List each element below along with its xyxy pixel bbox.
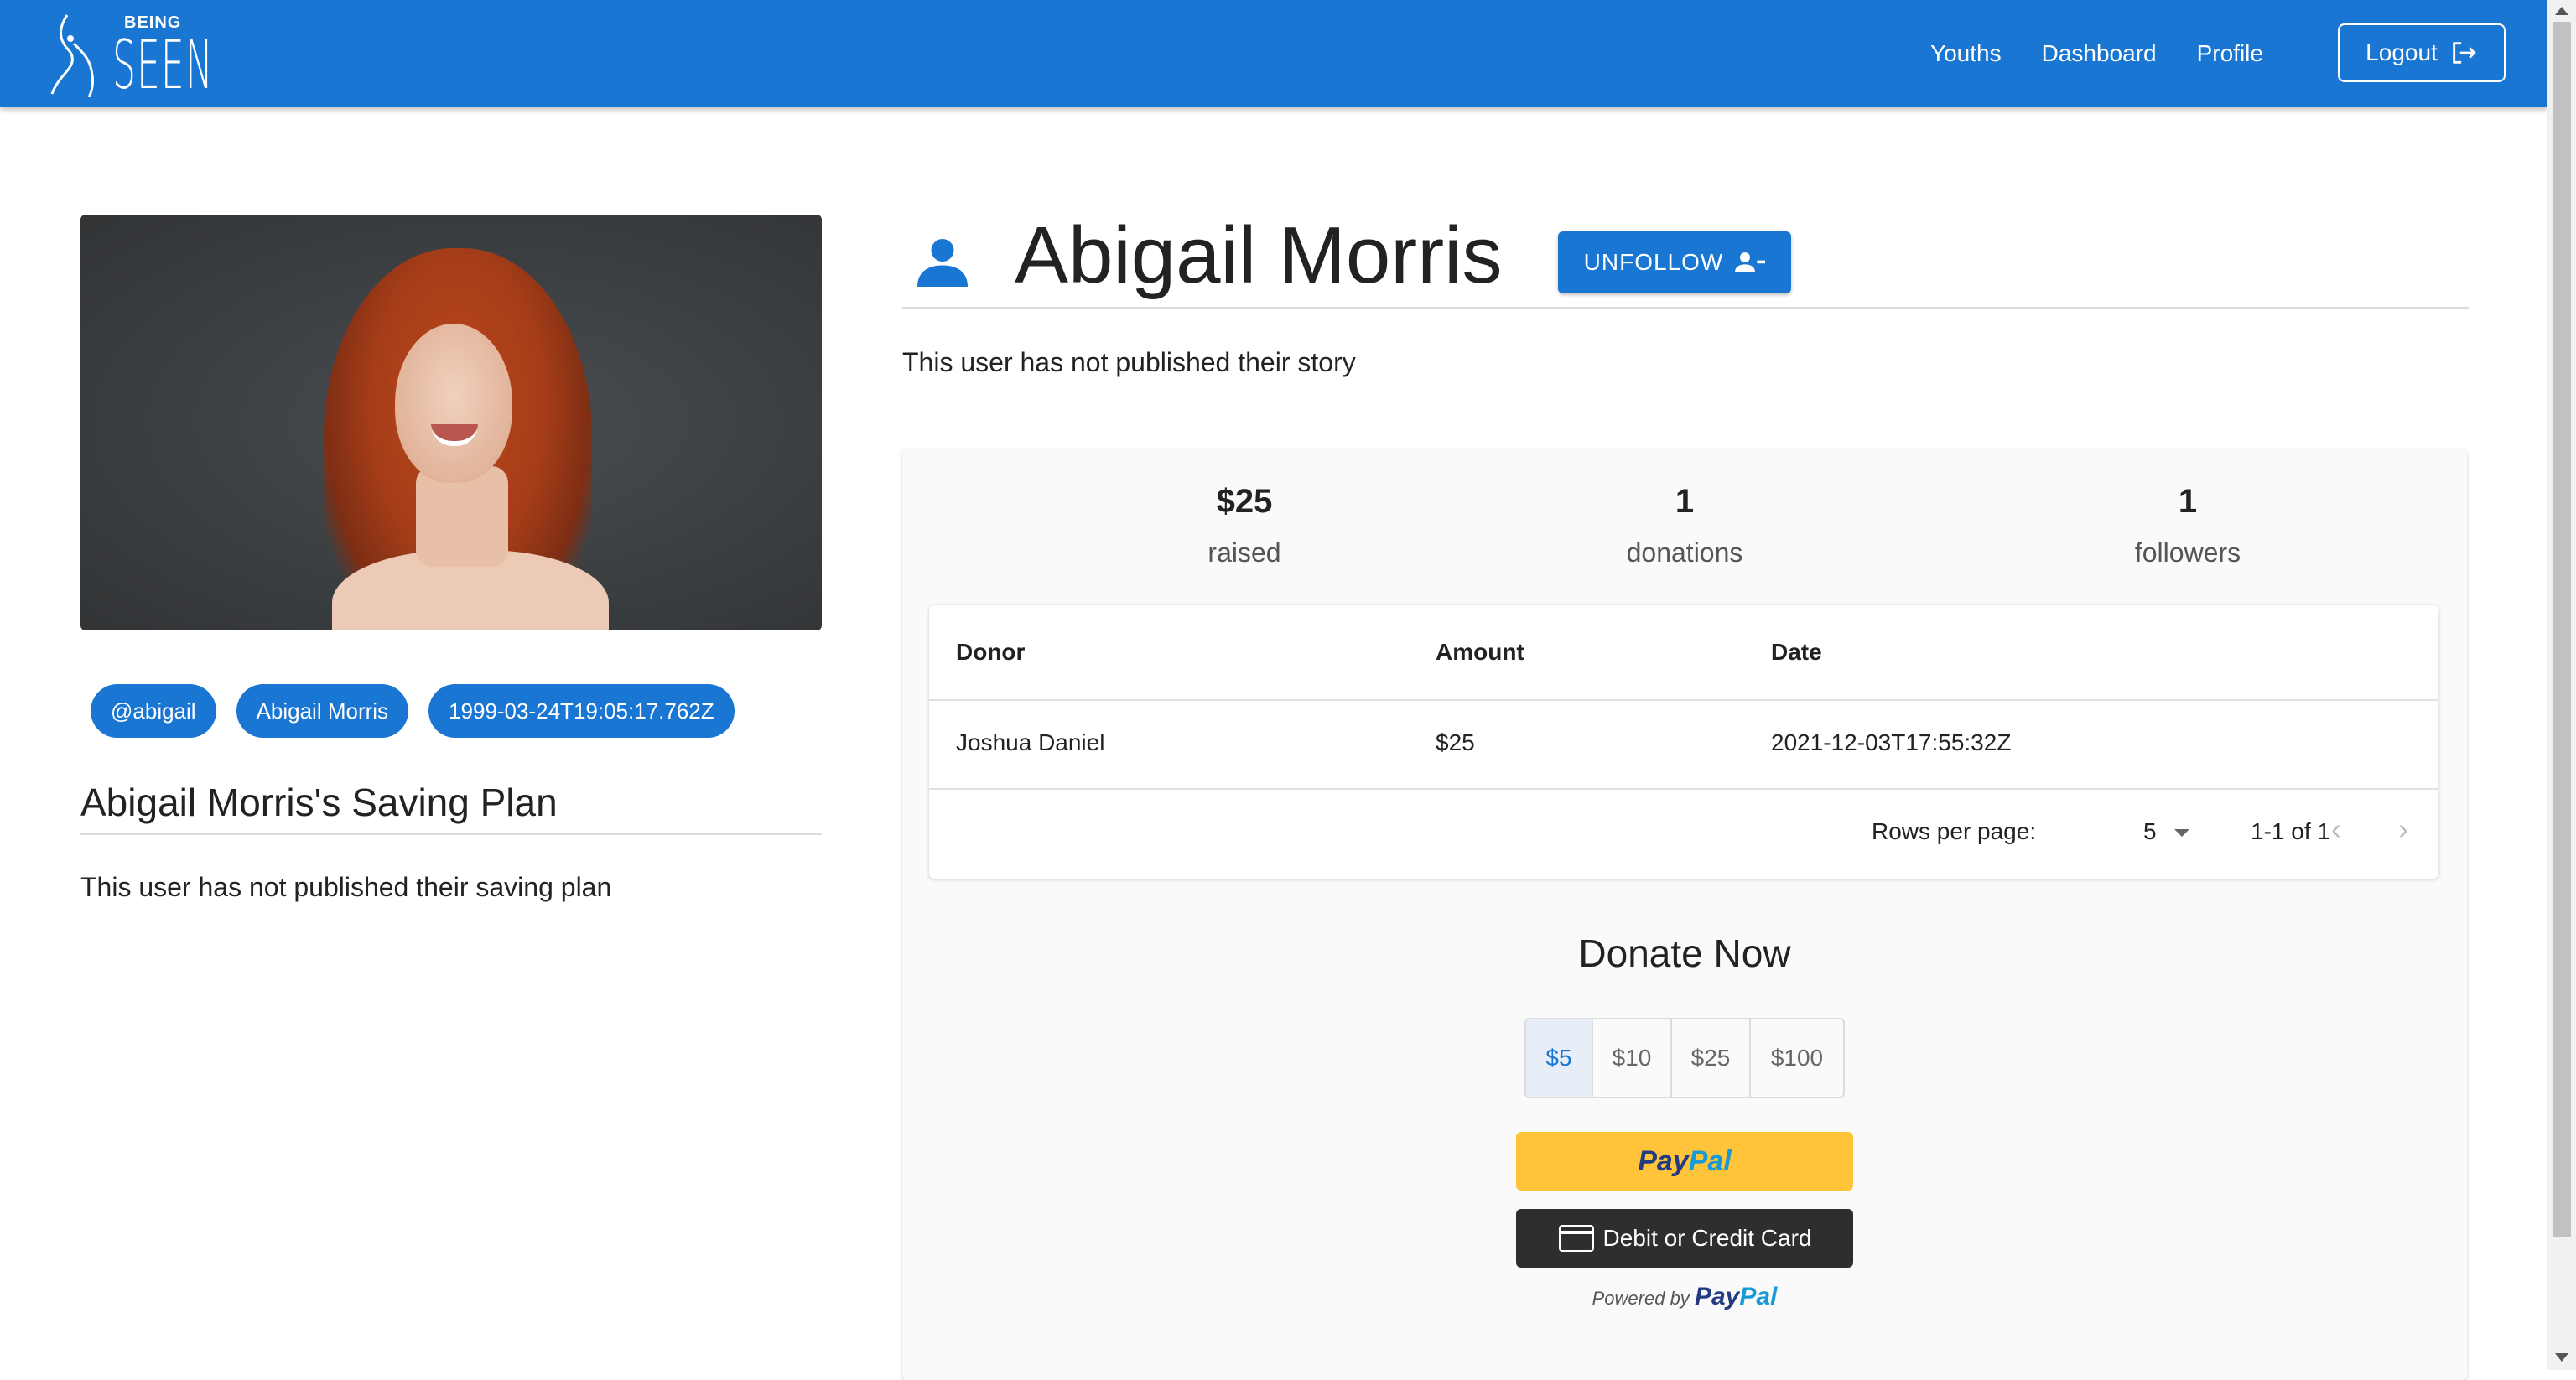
amount-5-button[interactable]: $5 — [1526, 1019, 1593, 1097]
logout-icon — [2453, 42, 2476, 64]
app-bar: BEING SEEN Youths Dashboard Profile Logo… — [0, 0, 2547, 107]
paypal-button[interactable]: PayPal — [1516, 1132, 1853, 1191]
logout-button[interactable]: Logout — [2338, 23, 2506, 82]
silhouette-icon — [50, 14, 94, 97]
person-remove-icon — [1735, 252, 1766, 272]
card-payment-label: Debit or Credit Card — [1602, 1225, 1812, 1251]
donations-table: Donor Amount Date Joshua Daniel $25 2021… — [929, 605, 2438, 879]
raised-label: raised — [1208, 537, 1281, 568]
saving-plan-title: Abigail Morris's Saving Plan — [80, 781, 558, 824]
logout-label: Logout — [2366, 39, 2438, 65]
rows-per-page-select[interactable]: 5 — [2143, 818, 2190, 845]
profile-photo — [80, 215, 822, 630]
nav-youths[interactable]: Youths — [1930, 40, 2002, 67]
amount-10-button[interactable]: $10 — [1593, 1019, 1672, 1097]
fullname-chip[interactable]: Abigail Morris — [236, 684, 409, 738]
chevron-right-icon[interactable]: › — [2398, 812, 2408, 847]
nav-profile[interactable]: Profile — [2197, 40, 2263, 67]
donations-label: donations — [1626, 537, 1743, 568]
cell-donor: Joshua Daniel — [956, 729, 1105, 755]
profile-name: Abigail Morris — [1015, 210, 1503, 300]
column-header-donor[interactable]: Donor — [956, 639, 1025, 666]
divider — [80, 833, 822, 835]
followers-label: followers — [2134, 537, 2241, 568]
divider — [902, 307, 2469, 309]
profile-chips: @abigail Abigail Morris 1999-03-24T19:05… — [91, 684, 755, 738]
nav-dashboard[interactable]: Dashboard — [2042, 40, 2157, 67]
username-chip[interactable]: @abigail — [91, 684, 216, 738]
paypal-wordmark-part2: Pal — [1739, 1283, 1778, 1310]
paypal-logo-part1: Pay — [1638, 1145, 1689, 1177]
stat-followers: 1 followers — [2020, 483, 2355, 568]
card-payment-button[interactable]: Debit or Credit Card — [1516, 1209, 1853, 1268]
caret-down-icon — [2174, 829, 2190, 838]
pagination-range: 1-1 of 1 — [2251, 818, 2330, 844]
top-nav: Youths Dashboard Profile — [1890, 0, 2263, 107]
column-header-date[interactable]: Date — [1771, 639, 1822, 666]
paypal-logo-part2: Pal — [1688, 1145, 1732, 1177]
divider — [929, 699, 2438, 701]
saving-plan-text: This user has not published their saving… — [80, 872, 612, 902]
powered-by-paypal: Powered by PayPal — [902, 1283, 2467, 1311]
raised-value: $25 — [1216, 483, 1273, 520]
scroll-thumb[interactable] — [2553, 22, 2571, 1237]
donate-title: Donate Now — [1578, 931, 1791, 975]
logo-seen-text: SEEN — [112, 26, 214, 104]
rows-per-page-value: 5 — [2143, 818, 2157, 844]
donation-panel: $25 raised 1 donations 1 followers Donor… — [902, 449, 2467, 1380]
credit-card-icon — [1558, 1225, 1594, 1252]
divider — [929, 788, 2438, 790]
amount-100-button[interactable]: $100 — [1751, 1019, 1843, 1097]
cell-date: 2021-12-03T17:55:32Z — [1771, 729, 2012, 755]
birthdate-chip[interactable]: 1999-03-24T19:05:17.762Z — [428, 684, 735, 738]
being-seen-logo[interactable]: BEING SEEN — [49, 10, 213, 99]
story-text: This user has not published their story — [902, 347, 1356, 377]
chevron-left-icon[interactable]: ‹ — [2331, 812, 2341, 847]
cell-amount: $25 — [1436, 729, 1475, 755]
stat-raised: $25 raised — [1077, 483, 1412, 568]
followers-value: 1 — [2178, 483, 2198, 520]
person-icon — [917, 239, 968, 287]
stat-donations: 1 donations — [1517, 483, 1852, 568]
column-header-amount[interactable]: Amount — [1436, 639, 1524, 666]
rows-per-page-label: Rows per page: — [1872, 818, 2037, 844]
scroll-down-arrow-icon[interactable] — [2555, 1353, 2568, 1362]
donation-amount-group: $5 $10 $25 $100 — [1524, 1018, 1845, 1098]
powered-by-text: Powered by — [1592, 1288, 1690, 1309]
paypal-wordmark-part1: Pay — [1694, 1283, 1740, 1310]
scroll-up-arrow-icon[interactable] — [2555, 7, 2568, 15]
unfollow-button[interactable]: UNFOLLOW — [1558, 231, 1791, 293]
page-scrollbar[interactable] — [2547, 0, 2576, 1370]
donations-value: 1 — [1675, 483, 1695, 520]
amount-25-button[interactable]: $25 — [1672, 1019, 1751, 1097]
unfollow-label: UNFOLLOW — [1583, 249, 1724, 275]
